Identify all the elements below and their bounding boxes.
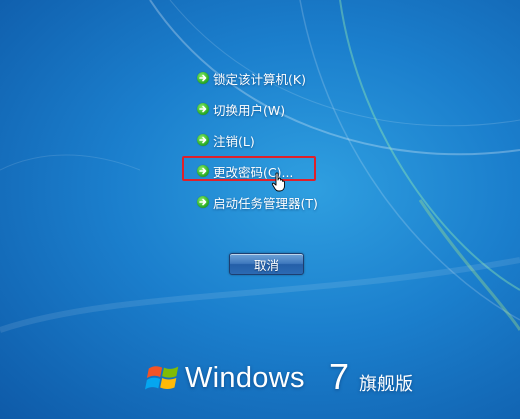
menu-item-label: 锁定该计算机(K) bbox=[213, 71, 306, 87]
brand-name: Windows bbox=[185, 362, 305, 394]
menu-item-label: 注销(L) bbox=[213, 133, 255, 149]
menu-item-lock-computer[interactable]: 锁定该计算机(K) bbox=[197, 68, 306, 88]
highlight-box bbox=[182, 156, 316, 181]
green-arrow-icon bbox=[197, 196, 209, 208]
brand-edition: 旗舰版 bbox=[359, 374, 413, 395]
menu-item-log-off[interactable]: 注销(L) bbox=[197, 130, 255, 150]
green-arrow-icon bbox=[197, 134, 209, 146]
menu-item-start-task-manager[interactable]: 启动任务管理器(T) bbox=[197, 192, 318, 212]
hand-cursor-icon bbox=[271, 172, 285, 192]
menu-item-switch-user[interactable]: 切换用户(W) bbox=[197, 99, 285, 119]
menu-item-label: 启动任务管理器(T) bbox=[213, 195, 318, 211]
menu-item-label: 切换用户(W) bbox=[213, 102, 286, 118]
green-arrow-icon bbox=[197, 72, 209, 84]
cancel-button[interactable]: 取消 bbox=[229, 253, 304, 275]
green-arrow-icon bbox=[197, 103, 209, 115]
windows-logo-icon bbox=[145, 366, 179, 390]
brand-version: 7 bbox=[329, 356, 350, 397]
